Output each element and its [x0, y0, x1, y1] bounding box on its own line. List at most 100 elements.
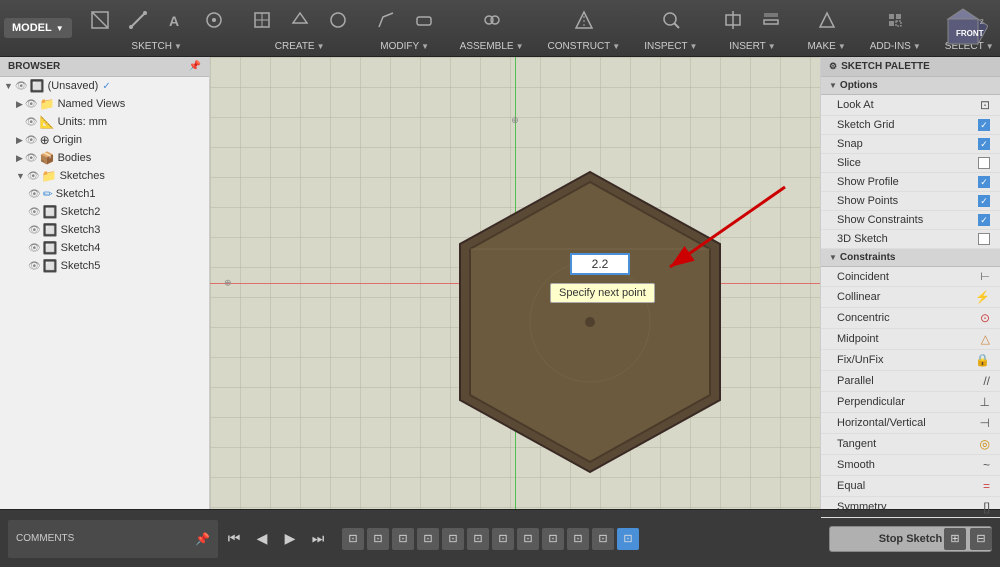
sketch-3d-row[interactable]: 3D Sketch [821, 230, 1000, 249]
options-section-header[interactable]: ▼ Options [821, 77, 1000, 95]
tangent-row[interactable]: Tangent ◎ [821, 434, 1000, 455]
browser-pin[interactable]: 📌 [189, 61, 201, 72]
coincident-row[interactable]: Coincident ⊢ [821, 267, 1000, 287]
make-dropdown[interactable]: MAKE ▼ [801, 38, 851, 55]
canvas-area[interactable]: 2.2 Specify next point ⊕ ⊕ [210, 57, 820, 509]
play-start-btn[interactable]: ⏮ [222, 527, 246, 551]
show-points-checkbox[interactable] [978, 195, 990, 207]
sketch-grid-checkbox[interactable] [978, 119, 990, 131]
sketch-3d-checkbox[interactable] [978, 233, 990, 245]
play-next-btn[interactable]: ▶ [278, 527, 302, 551]
show-constraints-row[interactable]: Show Constraints [821, 211, 1000, 230]
snap-checkbox[interactable] [978, 138, 990, 150]
dimension-input[interactable]: 2.2 [570, 253, 630, 275]
sketches-eye: 👁 [27, 171, 40, 182]
tree-units[interactable]: ▶ 👁 📐 Units: mm [0, 113, 209, 131]
snap-row[interactable]: Snap [821, 135, 1000, 154]
show-constraints-checkbox[interactable] [978, 214, 990, 226]
show-profile-row[interactable]: Show Profile [821, 173, 1000, 192]
assemble-btn[interactable] [474, 2, 510, 38]
sketches-icon: 📁 [42, 169, 57, 183]
model-button[interactable]: MODEL ▼ [4, 18, 72, 38]
slice-row[interactable]: Slice [821, 154, 1000, 173]
tree-sketches[interactable]: ▼ 👁 📁 Sketches [0, 167, 209, 185]
origin-arrow: ▶ [16, 135, 23, 146]
tree-bodies[interactable]: ▶ 👁 📦 Bodies [0, 149, 209, 167]
create-btn-3[interactable] [320, 2, 356, 38]
tree-sketch3[interactable]: 👁 🔲 Sketch3 [0, 221, 209, 239]
assemble-dropdown[interactable]: ASSEMBLE ▼ [454, 38, 530, 55]
units-icon: 📐 [40, 115, 55, 129]
timeline-icon-6[interactable]: ⊡ [467, 528, 489, 550]
addins-btn[interactable] [877, 2, 913, 38]
insert-btn-2[interactable] [753, 2, 789, 38]
timeline-icon-3[interactable]: ⊡ [392, 528, 414, 550]
construct-btn[interactable] [566, 2, 602, 38]
timeline-icon-7[interactable]: ⊡ [492, 528, 514, 550]
create-arrow: ▼ [317, 42, 325, 51]
midpoint-row[interactable]: Midpoint △ [821, 329, 1000, 350]
sketch-btn-4[interactable] [196, 2, 232, 38]
insert-section: INSERT ▼ [711, 1, 793, 55]
comments-pin[interactable]: 📌 [195, 532, 210, 546]
create-btn-2[interactable] [282, 2, 318, 38]
modify-dropdown[interactable]: MODIFY ▼ [374, 38, 435, 55]
collinear-row[interactable]: Collinear ⚡ [821, 287, 1000, 308]
smooth-row[interactable]: Smooth ~ [821, 455, 1000, 476]
equal-label: Equal [837, 480, 865, 492]
horizontal-vertical-row[interactable]: Horizontal/Vertical ⊣ [821, 413, 1000, 434]
sketch-btn-3[interactable]: A [158, 2, 194, 38]
timeline-icon-5[interactable]: ⊡ [442, 528, 464, 550]
create-btn-1[interactable] [244, 2, 280, 38]
equal-row[interactable]: Equal = [821, 476, 1000, 497]
construct-dropdown[interactable]: CONSTRUCT ▼ [542, 38, 627, 55]
palette-title: SKETCH PALETTE [841, 61, 930, 72]
show-profile-checkbox[interactable] [978, 176, 990, 188]
look-at-row[interactable]: Look At ⊡ [821, 95, 1000, 116]
timeline-icon-4[interactable]: ⊡ [417, 528, 439, 550]
tree-sketch4[interactable]: 👁 🔲 Sketch4 [0, 239, 209, 257]
show-points-row[interactable]: Show Points [821, 192, 1000, 211]
timeline-icon-9[interactable]: ⊡ [542, 528, 564, 550]
create-section: CREATE ▼ [240, 1, 360, 55]
inspect-dropdown[interactable]: INSPECT ▼ [638, 38, 703, 55]
make-btn[interactable] [809, 2, 845, 38]
parallel-row[interactable]: Parallel // [821, 371, 1000, 392]
constraints-section-header[interactable]: ▼ Constraints [821, 249, 1000, 267]
slice-checkbox[interactable] [978, 157, 990, 169]
sketch-grid-row[interactable]: Sketch Grid [821, 116, 1000, 135]
sketch-3d-label: 3D Sketch [837, 233, 888, 245]
tree-sketch1[interactable]: 👁 ✏ Sketch1 [0, 185, 209, 203]
tree-sketch2[interactable]: 👁 🔲 Sketch2 [0, 203, 209, 221]
br-icon-2[interactable]: ⊟ [970, 528, 992, 550]
create-dropdown[interactable]: CREATE ▼ [269, 38, 331, 55]
fix-unfix-row[interactable]: Fix/UnFix 🔒 [821, 350, 1000, 371]
modify-btn-2[interactable] [406, 2, 442, 38]
br-icon-1[interactable]: ⊞ [944, 528, 966, 550]
look-at-icon[interactable]: ⊡ [980, 98, 990, 112]
insert-dropdown[interactable]: INSERT ▼ [723, 38, 781, 55]
concentric-row[interactable]: Concentric ⊙ [821, 308, 1000, 329]
sketch-btn-2[interactable] [120, 2, 156, 38]
sketch-dropdown[interactable]: SKETCH ▼ [125, 38, 187, 55]
timeline-icon-12[interactable]: ⊡ [617, 528, 639, 550]
modify-btn-1[interactable] [368, 2, 404, 38]
sketch-btn-1[interactable] [82, 2, 118, 38]
inspect-btn[interactable] [653, 2, 689, 38]
tree-named-views[interactable]: ▶ 👁 📁 Named Views [0, 95, 209, 113]
symmetry-row[interactable]: Symmetry [] [821, 497, 1000, 518]
addins-dropdown[interactable]: ADD-INS ▼ [864, 38, 927, 55]
tree-origin[interactable]: ▶ 👁 ⊕ Origin [0, 131, 209, 149]
timeline-icon-1[interactable]: ⊡ [342, 528, 364, 550]
play-prev-btn[interactable]: ◀ [250, 527, 274, 551]
perpendicular-row[interactable]: Perpendicular ⊥ [821, 392, 1000, 413]
tree-root[interactable]: ▼ 👁 🔲 (Unsaved) ✓ [0, 77, 209, 95]
timeline-icon-10[interactable]: ⊡ [567, 528, 589, 550]
play-end-btn[interactable]: ⏭ [306, 527, 330, 551]
bodies-icon: 📦 [40, 151, 55, 165]
tree-sketch5[interactable]: 👁 🔲 Sketch5 [0, 257, 209, 275]
timeline-icon-8[interactable]: ⊡ [517, 528, 539, 550]
timeline-icon-11[interactable]: ⊡ [592, 528, 614, 550]
insert-btn-1[interactable] [715, 2, 751, 38]
timeline-icon-2[interactable]: ⊡ [367, 528, 389, 550]
